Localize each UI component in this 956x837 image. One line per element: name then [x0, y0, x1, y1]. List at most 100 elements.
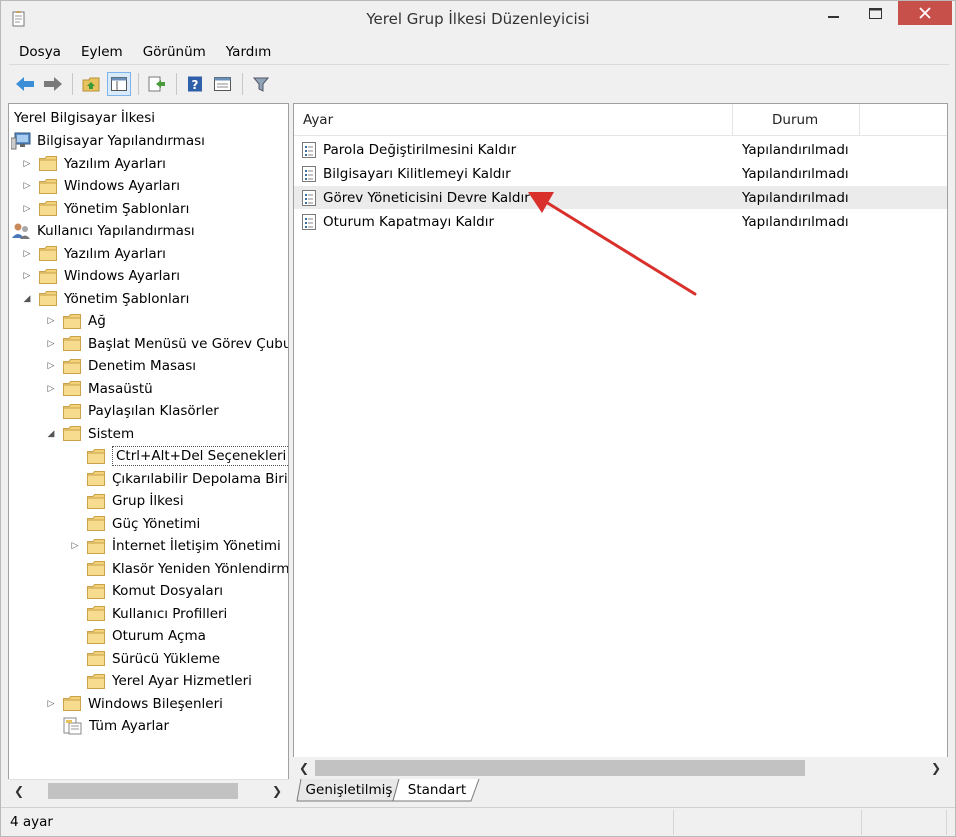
folder-icon [63, 403, 81, 419]
collapse-icon[interactable]: ◢ [45, 428, 57, 440]
scroll-right-icon[interactable]: ❯ [927, 757, 945, 779]
tree-item-label: Paylaşılan Klasörler [88, 403, 219, 419]
column-divider[interactable] [732, 104, 733, 136]
tree-item-bilgisayar-yap-land-rmas[interactable]: Bilgisayar Yapılandırması [11, 130, 205, 152]
tree-item-masaustu[interactable]: ▷ Masaüstü [45, 378, 153, 400]
tree-item-c-kar-labilir-depolama-birimi-erisimi[interactable]: Çıkarılabilir Depolama Birimi Erişimi [69, 468, 288, 490]
column-header-setting[interactable]: Ayar [303, 104, 733, 136]
tree-item-guc-yonetimi[interactable]: Güç Yönetimi [69, 513, 200, 535]
expand-icon[interactable]: ▷ [21, 248, 33, 260]
menu-dosya[interactable]: Dosya [9, 44, 71, 60]
tree-item-kullan-c-profilleri[interactable]: Kullanıcı Profilleri [69, 603, 227, 625]
tree-item-label: Grup İlkesi [112, 493, 184, 509]
folder-icon [39, 178, 57, 194]
tree-item-kullan-c-yap-land-rmas[interactable]: Kullanıcı Yapılandırması [11, 220, 195, 242]
expand-icon[interactable]: ▷ [21, 180, 33, 192]
tree-item-windows-ayarlar[interactable]: ▷ Windows Ayarları [21, 175, 180, 197]
expand-icon[interactable]: ▷ [45, 338, 57, 350]
menu-eylem[interactable]: Eylem [71, 44, 133, 60]
up-folder-button[interactable] [79, 72, 103, 96]
menu-gorunum[interactable]: Görünüm [133, 44, 216, 60]
svg-text:?: ? [192, 78, 199, 92]
tree-pane[interactable]: Yerel Bilgisayar İlkesi Bilgisayar Yapıl… [8, 103, 289, 801]
minimize-button[interactable] [811, 1, 857, 27]
expand-icon[interactable]: ▷ [21, 158, 33, 170]
tree-item-ctrl-alt-del-secenekleri[interactable]: Ctrl+Alt+Del Seçenekleri [69, 445, 288, 467]
tab-extended[interactable]: Genişletilmiş [303, 779, 395, 801]
tab-standard[interactable]: Standart [399, 779, 475, 801]
expand-icon[interactable]: ▷ [21, 203, 33, 215]
tree-item-klasor-yeniden-yonlendirme[interactable]: Klasör Yeniden Yönlendirme [69, 558, 288, 580]
list-horizontal-scrollbar[interactable]: ❮ ❯ [293, 757, 948, 779]
list-row[interactable]: Parola Değiştirilmesini Kaldır Yapılandır… [294, 138, 947, 161]
expand-icon[interactable]: ▷ [45, 315, 57, 327]
tree-horizontal-scrollbar[interactable]: ❮ ❯ [8, 779, 289, 801]
forward-button[interactable] [41, 72, 65, 96]
expand-icon[interactable]: ▷ [45, 698, 57, 710]
tree-item-yaz-l-m-ayarlar[interactable]: ▷ Yazılım Ayarları [21, 153, 166, 175]
tree-item-denetim-masas[interactable]: ▷ Denetim Masası [45, 355, 197, 377]
menu-bar: Dosya Eylem Görünüm Yardım [9, 39, 949, 65]
folder-icon [63, 381, 81, 396]
expand-icon[interactable]: ▷ [45, 360, 57, 372]
export-list-icon [148, 76, 165, 92]
expand-icon[interactable]: ▷ [21, 270, 33, 282]
close-button[interactable] [898, 1, 952, 25]
properties-button[interactable] [211, 72, 235, 96]
list-row[interactable]: Bilgisayarı Kilitlemeyi Kaldır Yapılandır… [294, 162, 947, 185]
column-header-status[interactable]: Durum [772, 104, 862, 136]
policy-setting-icon [302, 165, 316, 182]
status-bar: 4 ayar [1, 807, 955, 836]
tree-item-yerel-ayar-hizmetleri[interactable]: Yerel Ayar Hizmetleri [69, 670, 252, 692]
folder-icon [87, 606, 105, 621]
collapse-icon[interactable]: ◢ [21, 293, 33, 305]
tree-item-grup-ilkesi[interactable]: Grup İlkesi [69, 490, 184, 512]
folder-icon [63, 336, 81, 351]
menu-yardim[interactable]: Yardım [216, 44, 281, 60]
back-button[interactable] [13, 72, 37, 96]
scrollbar-thumb[interactable] [315, 760, 805, 776]
tree-root-label: Yerel Bilgisayar İlkesi [14, 110, 156, 126]
tree-item-yonetim-sablonlar[interactable]: ▷ Yönetim Şablonları [21, 198, 190, 220]
status-divider [861, 810, 862, 835]
column-divider[interactable] [859, 104, 860, 136]
tree-item-paylas-lan-klasorler[interactable]: Paylaşılan Klasörler [45, 400, 219, 422]
list-row[interactable]: Oturum Kapatmayı Kaldır Yapılandırılmadı [294, 210, 947, 233]
tree-item-sistem[interactable]: ◢ Sistem [45, 423, 135, 445]
tree-item-windows-ayarlar[interactable]: ▷ Windows Ayarları [21, 265, 180, 287]
tree-item-komut-dosyalar[interactable]: Komut Dosyaları [69, 580, 223, 602]
maximize-button[interactable] [853, 1, 899, 27]
tree-item-label: Yönetim Şablonları [64, 290, 190, 307]
tree-item-label: Sürücü Yükleme [112, 650, 221, 667]
tree-item-oturum-acma[interactable]: Oturum Açma [69, 625, 206, 647]
tree-item-yaz-l-m-ayarlar[interactable]: ▷ Yazılım Ayarları [21, 243, 166, 265]
back-arrow-icon [16, 77, 34, 91]
tree-root[interactable]: Yerel Bilgisayar İlkesi [14, 107, 155, 129]
tree-item-yonetim-sablonlar[interactable]: ◢ Yönetim Şablonları [21, 288, 190, 310]
tree-item-ag[interactable]: ▷ Ağ [45, 310, 106, 332]
tree-item-baslat-menusu-ve-gorev-cubugu[interactable]: ▷ Başlat Menüsü ve Görev Çubuğu [45, 333, 288, 355]
help-button[interactable]: ? [183, 72, 207, 96]
tree-item-surucu-yukleme[interactable]: Sürücü Yükleme [69, 648, 220, 670]
list-header: Ayar Durum [294, 104, 947, 136]
show-hide-tree-button[interactable] [107, 72, 131, 96]
tree-item-internet-iletisim-yonetimi[interactable]: ▷ İnternet İletişim Yönetimi [69, 535, 281, 557]
scroll-left-icon[interactable]: ❮ [10, 780, 28, 802]
scrollbar-thumb[interactable] [48, 783, 238, 799]
properties-icon [214, 77, 231, 91]
scroll-right-icon[interactable]: ❯ [268, 780, 286, 802]
filter-button[interactable] [249, 72, 273, 96]
expand-icon[interactable]: ▷ [69, 540, 81, 552]
list-row[interactable]: Görev Yöneticisini Devre Kaldır Yapılandı… [294, 186, 947, 209]
tree-item-windows-bilesenleri[interactable]: ▷ Windows Bileşenleri [45, 693, 223, 715]
export-list-button[interactable] [145, 72, 169, 96]
scroll-left-icon[interactable]: ❮ [295, 757, 313, 779]
tree-item-label: Windows Ayarları [64, 268, 181, 284]
tree-item-tum-ayarlar[interactable]: Tüm Ayarlar [45, 715, 169, 737]
expand-icon[interactable]: ▷ [45, 383, 57, 395]
status-text: 4 ayar [10, 814, 53, 830]
